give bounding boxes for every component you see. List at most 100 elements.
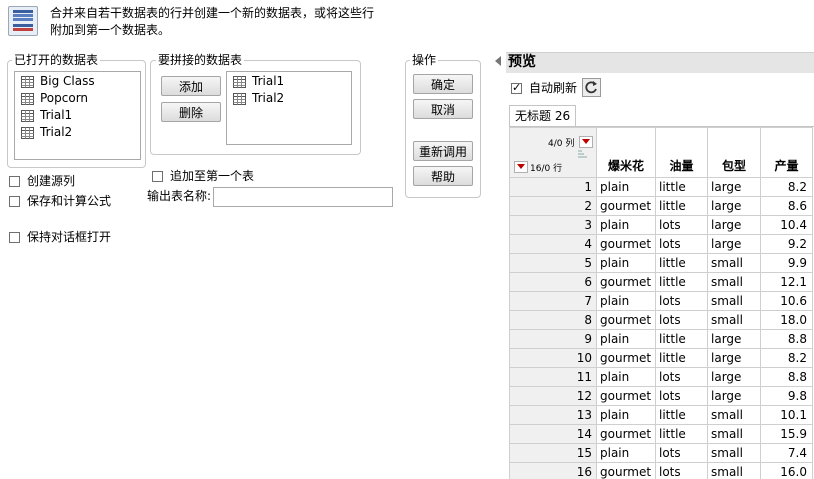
table-icon xyxy=(21,110,34,122)
table-row[interactable]: 11plainlotslarge8.8 xyxy=(510,368,813,387)
table-cell: plain xyxy=(597,292,656,311)
table-row[interactable]: 4gourmetlotslarge9.2 xyxy=(510,235,813,254)
row-number[interactable]: 10 xyxy=(510,349,597,368)
rows-menu-icon[interactable] xyxy=(514,161,528,173)
row-number[interactable]: 6 xyxy=(510,273,597,292)
cols-menu-icon[interactable] xyxy=(579,136,593,148)
table-cell: large xyxy=(708,197,761,216)
append-to-first-label: 追加至第一个表 xyxy=(170,169,254,183)
table-cell: little xyxy=(656,178,708,197)
row-number[interactable]: 4 xyxy=(510,235,597,254)
preview-title: 预览 xyxy=(508,53,536,71)
list-item[interactable]: Trial2 xyxy=(227,90,351,107)
list-item[interactable]: Trial1 xyxy=(15,107,140,124)
help-button[interactable]: 帮助 xyxy=(413,166,473,186)
table-row[interactable]: 1plainlittlelarge8.2 xyxy=(510,178,813,197)
table-cell: lots xyxy=(656,368,708,387)
table-cell: lots xyxy=(656,235,708,254)
table-cell: gourmet xyxy=(597,463,656,479)
table-cell: 18.0 xyxy=(761,311,813,330)
table-row[interactable]: 12gourmetlotslarge9.8 xyxy=(510,387,813,406)
row-number[interactable]: 11 xyxy=(510,368,597,387)
table-cell: plain xyxy=(597,254,656,273)
cols-summary: 4/0 列 xyxy=(548,136,574,149)
table-cell: plain xyxy=(597,178,656,197)
row-number[interactable]: 2 xyxy=(510,197,597,216)
collapse-preview-icon[interactable] xyxy=(495,56,501,66)
table-cell: 10.6 xyxy=(761,292,813,311)
append-to-first-checkbox[interactable] xyxy=(152,171,163,182)
row-number[interactable]: 3 xyxy=(510,216,597,235)
auto-refresh-label: 自动刷新 xyxy=(529,81,577,95)
actions-title: 操作 xyxy=(410,53,438,67)
table-row[interactable]: 15plainlotssmall7.4 xyxy=(510,444,813,463)
create-source-column-checkbox[interactable] xyxy=(9,176,20,187)
concat-tables-list[interactable]: Trial1Trial2 xyxy=(226,71,352,145)
table-cell: 10.4 xyxy=(761,216,813,235)
tab-untitled-26[interactable]: 无标题 26 xyxy=(509,105,576,126)
list-item-label: Trial1 xyxy=(40,107,72,124)
row-number[interactable]: 1 xyxy=(510,178,597,197)
table-cell: gourmet xyxy=(597,425,656,444)
auto-refresh-checkbox[interactable] xyxy=(511,83,522,94)
row-number[interactable]: 14 xyxy=(510,425,597,444)
table-cell: large xyxy=(708,387,761,406)
table-row[interactable]: 14gourmetlittlesmall15.9 xyxy=(510,425,813,444)
table-cell: large xyxy=(708,349,761,368)
recall-button[interactable]: 重新调用 xyxy=(413,141,473,161)
table-row[interactable]: 6gourmetlittlesmall12.1 xyxy=(510,273,813,292)
table-cell: plain xyxy=(597,444,656,463)
row-number[interactable]: 7 xyxy=(510,292,597,311)
table-row[interactable]: 10gourmetlittlelarge8.2 xyxy=(510,349,813,368)
table-cell: large xyxy=(708,368,761,387)
list-item[interactable]: Big Class xyxy=(15,73,140,90)
table-row[interactable]: 2gourmetlittlelarge8.6 xyxy=(510,197,813,216)
table-cell: large xyxy=(708,178,761,197)
output-name-input[interactable] xyxy=(213,187,393,207)
table-row[interactable]: 13plainlittlesmall10.1 xyxy=(510,406,813,425)
table-cell: gourmet xyxy=(597,387,656,406)
list-item[interactable]: Popcorn xyxy=(15,90,140,107)
table-cell: small xyxy=(708,254,761,273)
concat-tables-title: 要拼接的数据表 xyxy=(156,53,244,67)
table-cell: 10.1 xyxy=(761,406,813,425)
table-cell: 8.8 xyxy=(761,368,813,387)
list-item[interactable]: Trial2 xyxy=(15,124,140,141)
column-header[interactable]: 油量 xyxy=(656,128,708,178)
output-name-label: 输出表名称: xyxy=(147,189,211,203)
table-row[interactable]: 16gourmetlotssmall16.0 xyxy=(510,463,813,479)
table-row[interactable]: 7plainlotssmall10.6 xyxy=(510,292,813,311)
table-row[interactable]: 3plainlotslarge10.4 xyxy=(510,216,813,235)
cancel-button[interactable]: 取消 xyxy=(413,99,473,119)
table-cell: 8.6 xyxy=(761,197,813,216)
refresh-icon[interactable] xyxy=(582,78,601,97)
ok-button[interactable]: 确定 xyxy=(413,74,473,94)
column-header[interactable]: 爆米花 xyxy=(597,128,656,178)
column-header[interactable]: 产量 xyxy=(761,128,813,178)
row-number[interactable]: 15 xyxy=(510,444,597,463)
table-cell: large xyxy=(708,216,761,235)
table-cell: 7.4 xyxy=(761,444,813,463)
table-row[interactable]: 9plainlittlelarge8.8 xyxy=(510,330,813,349)
table-cell: lots xyxy=(656,311,708,330)
row-number[interactable]: 12 xyxy=(510,387,597,406)
add-button[interactable]: 添加 xyxy=(161,76,221,96)
save-formula-checkbox[interactable] xyxy=(9,196,20,207)
table-row[interactable]: 8gourmetlotssmall18.0 xyxy=(510,311,813,330)
table-cell: 8.2 xyxy=(761,349,813,368)
remove-button[interactable]: 删除 xyxy=(161,102,221,122)
row-number[interactable]: 9 xyxy=(510,330,597,349)
table-cell: 15.9 xyxy=(761,425,813,444)
column-header[interactable]: 包型 xyxy=(708,128,761,178)
row-number[interactable]: 8 xyxy=(510,311,597,330)
row-number[interactable]: 5 xyxy=(510,254,597,273)
row-number[interactable]: 13 xyxy=(510,406,597,425)
table-row[interactable]: 5plainlittlesmall9.9 xyxy=(510,254,813,273)
table-cell: little xyxy=(656,330,708,349)
list-item[interactable]: Trial1 xyxy=(227,73,351,90)
table-cell: plain xyxy=(597,216,656,235)
row-number[interactable]: 16 xyxy=(510,463,597,479)
keep-dialog-open-checkbox[interactable] xyxy=(9,232,20,243)
table-icon xyxy=(21,93,34,105)
open-tables-list[interactable]: Big ClassPopcornTrial1Trial2 xyxy=(14,71,141,160)
